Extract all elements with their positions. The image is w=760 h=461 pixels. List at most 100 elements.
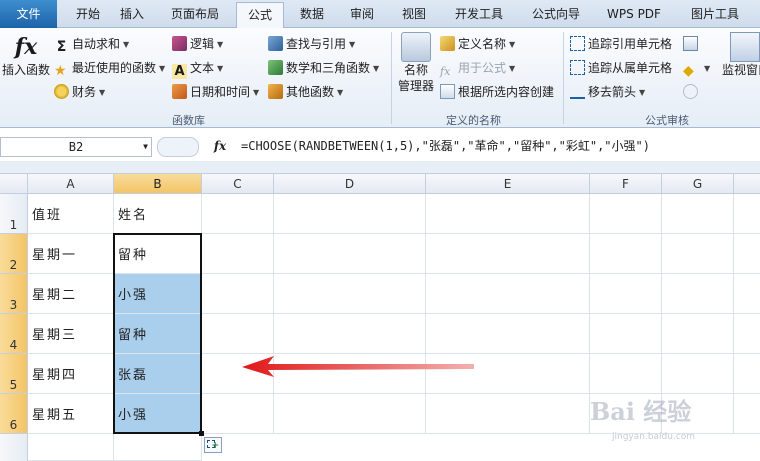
column-header-d[interactable]: D xyxy=(274,174,426,194)
cell-h1[interactable] xyxy=(734,194,760,234)
tab-wps-pdf[interactable]: WPS PDF xyxy=(596,2,672,28)
cell-c1[interactable] xyxy=(202,194,274,234)
tab-formula-wizard[interactable]: 公式向导 xyxy=(522,2,590,28)
cell-e2[interactable] xyxy=(426,234,590,274)
cell-h4[interactable] xyxy=(734,314,760,354)
cell-d3[interactable] xyxy=(274,274,426,314)
cell-f1[interactable] xyxy=(590,194,662,234)
cell-b3[interactable]: 小强 xyxy=(114,274,202,314)
column-header-g[interactable]: G xyxy=(662,174,734,194)
cell-a2[interactable]: 星期一 xyxy=(28,234,114,274)
show-formulas-button[interactable] xyxy=(683,34,701,54)
cell-a7[interactable] xyxy=(28,434,114,461)
tab-page-layout[interactable]: 页面布局 xyxy=(160,2,230,28)
watch-window-button[interactable]: 监视窗口 xyxy=(720,32,760,78)
cell-e1[interactable] xyxy=(426,194,590,234)
text-button[interactable]: A 文本 ▼ xyxy=(172,58,223,79)
create-from-selection-button[interactable]: 根据所选内容创建 xyxy=(440,82,554,102)
tab-developer[interactable]: 开发工具 xyxy=(444,2,514,28)
row-header-6[interactable]: 6 xyxy=(0,394,28,434)
define-name-button[interactable]: 定义名称 ▼ xyxy=(440,34,515,54)
tab-home[interactable]: 开始 xyxy=(66,2,110,28)
financial-button[interactable]: 财务 ▼ xyxy=(54,82,105,102)
cell-h6[interactable] xyxy=(734,394,760,434)
cell-a6[interactable]: 星期五 xyxy=(28,394,114,434)
column-header-e[interactable]: E xyxy=(426,174,590,194)
cell-e3[interactable] xyxy=(426,274,590,314)
column-header-c[interactable]: C xyxy=(202,174,274,194)
recent-functions-button[interactable]: ★ 最近使用的函数 ▼ xyxy=(54,58,165,79)
tab-insert[interactable]: 插入 xyxy=(110,2,154,28)
math-trig-button[interactable]: 数学和三角函数 ▼ xyxy=(268,58,379,78)
trace-precedents-button[interactable]: 追踪引用单元格 xyxy=(570,34,672,54)
cell-f3[interactable] xyxy=(590,274,662,314)
column-header-b[interactable]: B xyxy=(114,174,202,194)
column-header-f[interactable]: F xyxy=(590,174,662,194)
cell-a5[interactable]: 星期四 xyxy=(28,354,114,394)
row-header-5[interactable]: 5 xyxy=(0,354,28,394)
cell-c6[interactable] xyxy=(202,394,274,434)
tab-file[interactable]: 文件 xyxy=(0,0,57,28)
cell-d2[interactable] xyxy=(274,234,426,274)
cell-e4[interactable] xyxy=(426,314,590,354)
cell-d6[interactable] xyxy=(274,394,426,434)
tab-data[interactable]: 数据 xyxy=(290,2,334,28)
row-header-2[interactable]: 2 xyxy=(0,234,28,274)
cell-g2[interactable] xyxy=(662,234,734,274)
cell-d4[interactable] xyxy=(274,314,426,354)
formula-bar-resize-handle[interactable] xyxy=(157,137,199,157)
cell-a4[interactable]: 星期三 xyxy=(28,314,114,354)
fill-handle[interactable] xyxy=(199,431,204,436)
insert-function-button[interactable]: fx 插入函数 xyxy=(2,32,50,78)
cell-b2[interactable]: 留种 xyxy=(114,234,202,274)
cell-c2[interactable] xyxy=(202,234,274,274)
cell-h2[interactable] xyxy=(734,234,760,274)
cell-f2[interactable] xyxy=(590,234,662,274)
tab-review[interactable]: 审阅 xyxy=(340,2,384,28)
logical-button[interactable]: 逻辑 ▼ xyxy=(172,34,223,54)
cell-a1[interactable]: 值班 xyxy=(28,194,114,234)
cell-h5[interactable] xyxy=(734,354,760,394)
cell-e6[interactable] xyxy=(426,394,590,434)
row-header-3[interactable]: 3 xyxy=(0,274,28,314)
select-all-corner[interactable] xyxy=(0,174,28,194)
name-box[interactable]: B2 ▼ xyxy=(0,137,152,157)
tab-formulas[interactable]: 公式 xyxy=(236,2,284,29)
tab-view[interactable]: 视图 xyxy=(392,2,436,28)
formula-input[interactable]: =CHOOSE(RANDBETWEEN(1,5),"张磊","革命","留种",… xyxy=(241,137,760,157)
error-checking-button[interactable]: ◆ ▼ xyxy=(683,58,710,79)
cell-g1[interactable] xyxy=(662,194,734,234)
more-functions-button[interactable]: 其他函数 ▼ xyxy=(268,82,343,102)
date-time-button[interactable]: 日期和时间 ▼ xyxy=(172,82,259,102)
remove-arrows-button[interactable]: 移去箭头 ▼ xyxy=(570,82,645,102)
cell-f4[interactable] xyxy=(590,314,662,354)
trace-dependents-button[interactable]: 追踪从属单元格 xyxy=(570,58,672,78)
cell-b5[interactable]: 张磊 xyxy=(114,354,202,394)
autofill-options-icon[interactable]: + xyxy=(204,437,222,453)
row-header-1[interactable]: 1 xyxy=(0,194,28,234)
autosum-button[interactable]: Σ 自动求和 ▼ xyxy=(54,34,129,55)
row-header-4[interactable]: 4 xyxy=(0,314,28,354)
evaluate-formula-button[interactable] xyxy=(683,82,701,102)
cell-b1[interactable]: 姓名 xyxy=(114,194,202,234)
cell-h3[interactable] xyxy=(734,274,760,314)
cell-b4[interactable]: 留种 xyxy=(114,314,202,354)
cell-g4[interactable] xyxy=(662,314,734,354)
use-in-formula-button[interactable]: fx 用于公式 ▼ xyxy=(440,58,515,78)
lookup-reference-button[interactable]: 查找与引用 ▼ xyxy=(268,34,355,54)
cell-d1[interactable] xyxy=(274,194,426,234)
row-header-7[interactable] xyxy=(0,434,28,461)
chevron-down-icon[interactable]: ▼ xyxy=(143,138,148,156)
cell-g5[interactable] xyxy=(662,354,734,394)
insert-function-fx-button[interactable]: fx xyxy=(206,137,234,157)
cell-c4[interactable] xyxy=(202,314,274,354)
column-header-h[interactable] xyxy=(734,174,760,194)
tab-picture-tools[interactable]: 图片工具 xyxy=(680,2,750,28)
cell-c3[interactable] xyxy=(202,274,274,314)
column-header-a[interactable]: A xyxy=(28,174,114,194)
name-manager-button[interactable]: 名称 管理器 xyxy=(396,32,436,94)
cell-f5[interactable] xyxy=(590,354,662,394)
cell-b7[interactable] xyxy=(114,434,202,461)
cell-a3[interactable]: 星期二 xyxy=(28,274,114,314)
cell-b6[interactable]: 小强 xyxy=(114,394,202,434)
